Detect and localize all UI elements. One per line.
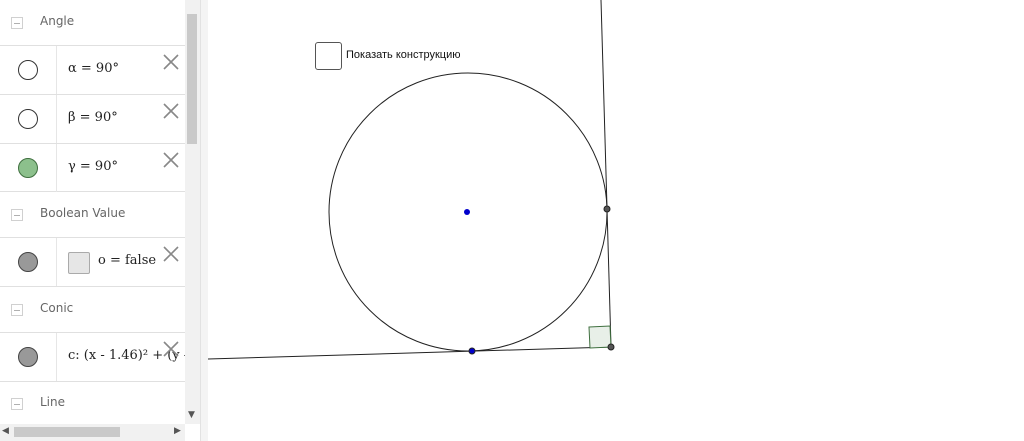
tangent-point-right[interactable]	[603, 205, 611, 213]
show-construction-label[interactable]: Показать конструкцию	[346, 49, 461, 61]
checkbox-icon[interactable]	[315, 42, 342, 70]
graphics-view[interactable]	[0, 0, 1024, 441]
tangent-point-bottom[interactable]	[468, 347, 476, 355]
center-point[interactable]	[464, 209, 470, 215]
tangent-line-right[interactable]	[600, 0, 612, 348]
right-angle-marker[interactable]	[588, 325, 612, 349]
tangent-line-bottom[interactable]	[207, 346, 612, 360]
corner-point[interactable]	[607, 343, 615, 351]
